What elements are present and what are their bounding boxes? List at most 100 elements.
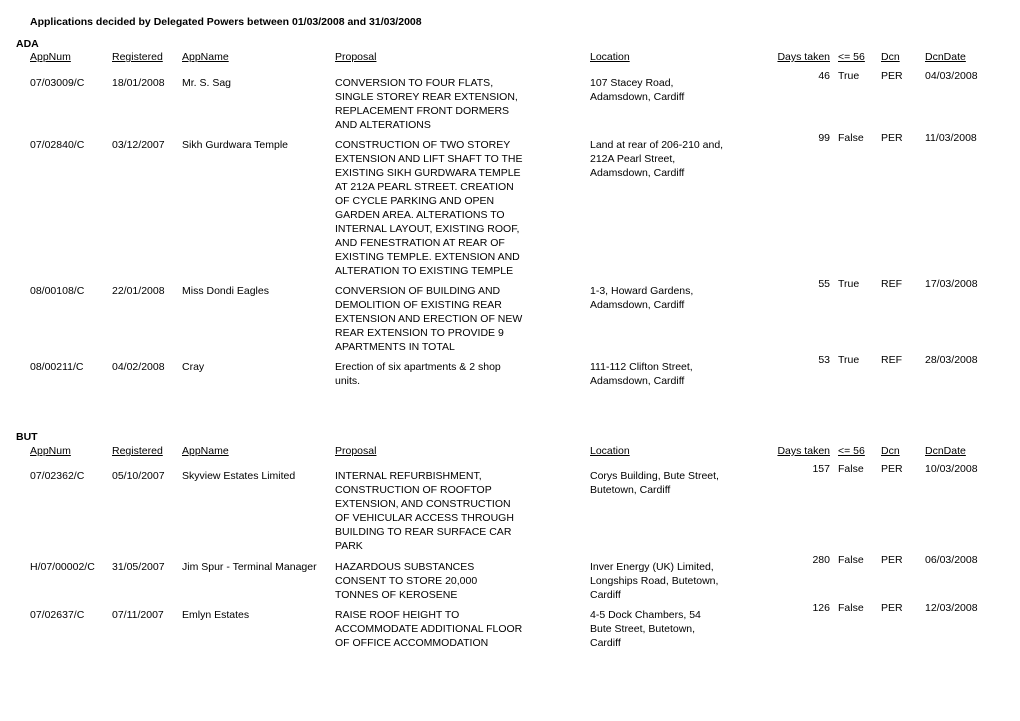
dcndate-cell: 04/03/2008 xyxy=(925,70,978,82)
column-header-proposal: Proposal xyxy=(335,51,377,63)
column-header-appname: AppName xyxy=(182,51,229,63)
appnum-cell: 07/02637/C xyxy=(30,609,85,621)
proposal-cell-line: INTERNAL REFURBISHMENT, xyxy=(335,470,482,482)
dcn-cell: PER xyxy=(881,554,903,566)
location-cell-line: Longships Road, Butetown, xyxy=(590,575,719,587)
location-cell-line: 107 Stacey Road, xyxy=(590,77,674,89)
proposal-cell-line: CONSTRUCTION OF TWO STOREY xyxy=(335,139,511,151)
location-cell-line: Corys Building, Bute Street, xyxy=(590,470,719,482)
proposal-cell-line: CONVERSION OF BUILDING AND xyxy=(335,285,501,297)
dcn-cell: PER xyxy=(881,70,903,82)
proposal-cell-line: EXTENSION AND LIFT SHAFT TO THE xyxy=(335,153,523,165)
dcndate-cell: 28/03/2008 xyxy=(925,354,978,366)
proposal-cell-line: BUILDING TO REAR SURFACE CAR xyxy=(335,526,512,538)
le56-cell: True xyxy=(838,354,860,366)
le56-cell: False xyxy=(838,602,864,614)
location-cell-line: Adamsdown, Cardiff xyxy=(590,91,685,103)
location-cell-line: Adamsdown, Cardiff xyxy=(590,299,685,311)
registered-cell: 04/02/2008 xyxy=(112,361,165,373)
proposal-cell-line: EXTENSION, AND CONSTRUCTION xyxy=(335,498,511,510)
column-header-registered: Registered xyxy=(112,51,163,63)
appname-cell: Cray xyxy=(182,361,205,373)
proposal-cell-line: CONVERSION TO FOUR FLATS, xyxy=(335,77,494,89)
column-header-dcndate: DcnDate xyxy=(925,445,966,457)
le56-cell: False xyxy=(838,132,864,144)
location-cell-line: 1-3, Howard Gardens, xyxy=(590,285,694,297)
le56-cell: False xyxy=(838,463,864,475)
registered-cell: 07/11/2007 xyxy=(112,609,164,621)
appname-cell: Jim Spur - Terminal Manager xyxy=(182,561,317,573)
location-cell: 1-3, Howard Gardens, Adamsdown, Cardiff xyxy=(590,284,770,312)
registered-cell: 22/01/2008 xyxy=(112,285,165,297)
appname-cell: Sikh Gurdwara Temple xyxy=(182,139,289,151)
column-header-appnum: AppNum xyxy=(30,445,71,457)
proposal-cell: CONSTRUCTION OF TWO STOREY EXTENSION AND … xyxy=(335,138,585,278)
column-header-location: Location xyxy=(590,51,630,63)
dcn-cell: REF xyxy=(881,354,902,366)
column-header-days-taken: Days taken xyxy=(760,50,830,64)
appname-cell: Miss Dondi Eagles xyxy=(182,285,269,297)
location-cell-line: Adamsdown, Cardiff xyxy=(590,375,685,387)
proposal-cell: HAZARDOUS SUBSTANCES CONSENT TO STORE 20,… xyxy=(335,560,585,602)
registered-cell: 31/05/2007 xyxy=(112,561,165,573)
column-header-appnum: AppNum xyxy=(30,51,71,63)
proposal-cell-line: EXTENSION AND ERECTION OF NEW xyxy=(335,313,523,325)
appname-cell: Mr. S. Sag xyxy=(182,77,232,89)
appnum-cell: H/07/00002/C xyxy=(30,561,95,573)
dcn-cell: PER xyxy=(881,602,903,614)
proposal-cell-line: REAR EXTENSION TO PROVIDE 9 xyxy=(335,327,504,339)
location-cell-line: Butetown, Cardiff xyxy=(590,484,671,496)
proposal-cell-line: REPLACEMENT FRONT DORMERS xyxy=(335,105,510,117)
column-header-dcndate: DcnDate xyxy=(925,51,966,63)
days-taken-cell: 157 xyxy=(812,463,830,475)
proposal-cell: Erection of six apartments & 2 shop units… xyxy=(335,360,585,388)
location-cell-line: Cardiff xyxy=(590,637,621,649)
proposal-cell-line: OF VEHICULAR ACCESS THROUGH xyxy=(335,512,514,524)
location-cell-line: 111-112 Clifton Street, xyxy=(590,361,693,373)
column-header-appname: AppName xyxy=(182,445,229,457)
dcndate-cell: 06/03/2008 xyxy=(925,554,978,566)
proposal-cell-line: HAZARDOUS SUBSTANCES xyxy=(335,561,475,573)
section-heading: BUT xyxy=(16,431,38,443)
column-header-days-taken: Days taken xyxy=(760,444,830,458)
column-header-registered: Registered xyxy=(112,445,163,457)
location-cell-line: 4-5 Dock Chambers, 54 xyxy=(590,609,701,621)
proposal-cell-line: OF CYCLE PARKING AND OPEN xyxy=(335,195,495,207)
appnum-cell: 08/00108/C xyxy=(30,285,85,297)
column-header-location: Location xyxy=(590,445,630,457)
le56-cell: False xyxy=(838,554,864,566)
registered-cell: 18/01/2008 xyxy=(112,77,165,89)
appname-cell: Emlyn Estates xyxy=(182,609,250,621)
dcn-cell: PER xyxy=(881,463,903,475)
days-taken-cell: 55 xyxy=(818,278,830,290)
registered-cell: 05/10/2007 xyxy=(112,470,165,482)
appnum-cell: 07/02840/C xyxy=(30,139,85,151)
proposal-cell-line: PARK xyxy=(335,540,363,552)
dcn-cell: PER xyxy=(881,132,903,144)
location-cell: Inver Energy (UK) Limited, Longships Road… xyxy=(590,560,770,602)
proposal-cell-line: units. xyxy=(335,375,361,387)
proposal-cell-line: SINGLE STOREY REAR EXTENSION, xyxy=(335,91,518,103)
proposal-cell: INTERNAL REFURBISHMENT, CONSTRUCTION OF R… xyxy=(335,469,585,553)
appnum-cell: 07/02362/C xyxy=(30,470,85,482)
proposal-cell: CONVERSION OF BUILDING AND DEMOLITION OF … xyxy=(335,284,585,354)
location-cell-line: Cardiff xyxy=(590,589,621,601)
location-cell: Corys Building, Bute Street, Butetown, Ca… xyxy=(590,469,770,497)
location-cell-line: 212A Pearl Street, xyxy=(590,153,676,165)
dcndate-cell: 17/03/2008 xyxy=(925,278,978,290)
proposal-cell-line: GARDEN AREA. ALTERATIONS TO xyxy=(335,209,505,221)
proposal-cell-line: RAISE ROOF HEIGHT TO xyxy=(335,609,460,621)
proposal-cell-line: OF OFFICE ACCOMMODATION xyxy=(335,637,489,649)
proposal-cell-line: AND FENESTRATION AT REAR OF xyxy=(335,237,505,249)
days-taken-cell: 53 xyxy=(818,354,830,366)
location-cell: 107 Stacey Road, Adamsdown, Cardiff xyxy=(590,76,770,104)
proposal-cell-line: ACCOMMODATE ADDITIONAL FLOOR xyxy=(335,623,523,635)
proposal-cell-line: EXISTING SIKH GURDWARA TEMPLE xyxy=(335,167,521,179)
column-header-dcn: Dcn xyxy=(881,445,900,457)
column-header-days-taken-label: Days taken xyxy=(777,445,830,457)
column-header-proposal: Proposal xyxy=(335,445,377,457)
proposal-cell-line: CONSENT TO STORE 20,000 xyxy=(335,575,478,587)
days-taken-cell: 99 xyxy=(818,132,830,144)
proposal-cell-line: AT 212A PEARL STREET. CREATION xyxy=(335,181,514,193)
appnum-cell: 07/03009/C xyxy=(30,77,85,89)
